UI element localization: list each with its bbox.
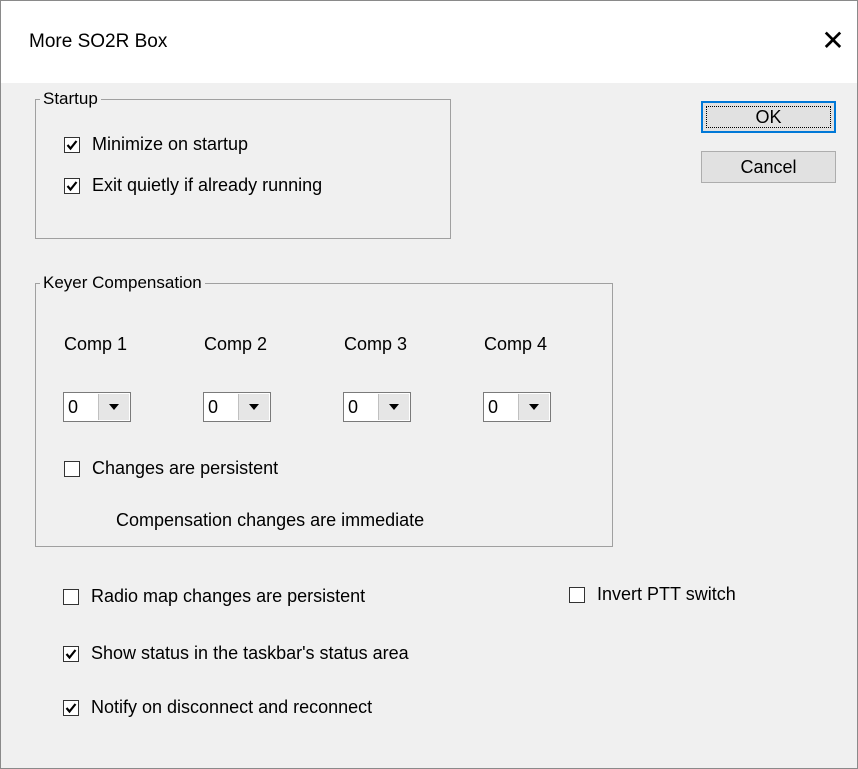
chevron-down-icon[interactable] [378, 394, 409, 420]
keyer-legend: Keyer Compensation [40, 272, 205, 294]
show-status-label: Show status in the taskbar's status area [91, 643, 409, 663]
comp-4-value: 0 [488, 397, 499, 417]
comp-4-label: Comp 4 [484, 334, 548, 354]
comp-2-select[interactable]: 0 [203, 392, 271, 422]
chevron-down-icon[interactable] [98, 394, 129, 420]
window-title: More SO2R Box [29, 31, 168, 52]
show-status-checkbox[interactable]: Show status in the taskbar's status area [63, 643, 409, 664]
chevron-down-icon[interactable] [238, 394, 269, 420]
title-bar: More SO2R Box ✕ [1, 1, 857, 83]
comp-4-select[interactable]: 0 [483, 392, 551, 422]
radio-map-checkbox-box[interactable] [63, 588, 79, 605]
dialog-window: More SO2R Box ✕ Startup Minimize on star… [0, 0, 858, 769]
close-icon[interactable]: ✕ [815, 23, 851, 59]
comp-2-value: 0 [208, 397, 219, 417]
checkmark-icon [66, 180, 78, 191]
cancel-button[interactable]: Cancel [701, 151, 836, 183]
focus-ring [706, 106, 831, 128]
ok-button[interactable]: OK [701, 101, 836, 133]
radio-map-persistent-checkbox[interactable]: Radio map changes are persistent [63, 586, 365, 607]
comp-1-select[interactable]: 0 [63, 392, 131, 422]
startup-legend: Startup [40, 88, 101, 110]
minimize-label: Minimize on startup [92, 134, 249, 154]
changes-persistent-checkbox-box[interactable] [64, 460, 80, 477]
invert-ptt-label: Invert PTT switch [597, 584, 736, 604]
changes-persistent-label: Changes are persistent [92, 458, 279, 478]
keyer-compensation-group: Keyer Compensation Comp 1 Comp 2 Comp 3 … [35, 272, 613, 547]
compensation-note: Compensation changes are immediate [116, 510, 425, 530]
notify-label: Notify on disconnect and reconnect [91, 697, 373, 717]
comp-3-value: 0 [348, 397, 359, 417]
invert-ptt-checkbox[interactable]: Invert PTT switch [569, 584, 736, 605]
chevron-down-icon[interactable] [518, 394, 549, 420]
minimize-on-startup-checkbox[interactable]: Minimize on startup [64, 134, 248, 155]
checkmark-icon [65, 648, 77, 659]
startup-group: Startup Minimize on startup Exit quietly… [35, 88, 451, 239]
dialog-content: Startup Minimize on startup Exit quietly… [1, 83, 857, 768]
minimize-checkbox-box[interactable] [64, 136, 80, 153]
radio-map-label: Radio map changes are persistent [91, 586, 366, 606]
comp-1-value: 0 [68, 397, 79, 417]
exit-quietly-label: Exit quietly if already running [92, 175, 323, 195]
changes-persistent-checkbox[interactable]: Changes are persistent [64, 458, 278, 479]
notify-checkbox[interactable]: Notify on disconnect and reconnect [63, 697, 372, 718]
notify-checkbox-box[interactable] [63, 699, 79, 716]
exit-quietly-checkbox[interactable]: Exit quietly if already running [64, 175, 322, 196]
comp-2-label: Comp 2 [204, 334, 268, 354]
comp-3-label: Comp 3 [344, 334, 408, 354]
checkmark-icon [65, 702, 77, 713]
invert-ptt-checkbox-box[interactable] [569, 586, 585, 603]
comp-3-select[interactable]: 0 [343, 392, 411, 422]
exit-quietly-checkbox-box[interactable] [64, 177, 80, 194]
comp-1-label: Comp 1 [64, 334, 128, 354]
checkmark-icon [66, 139, 78, 150]
show-status-checkbox-box[interactable] [63, 645, 79, 662]
cancel-label: Cancel [740, 156, 797, 177]
